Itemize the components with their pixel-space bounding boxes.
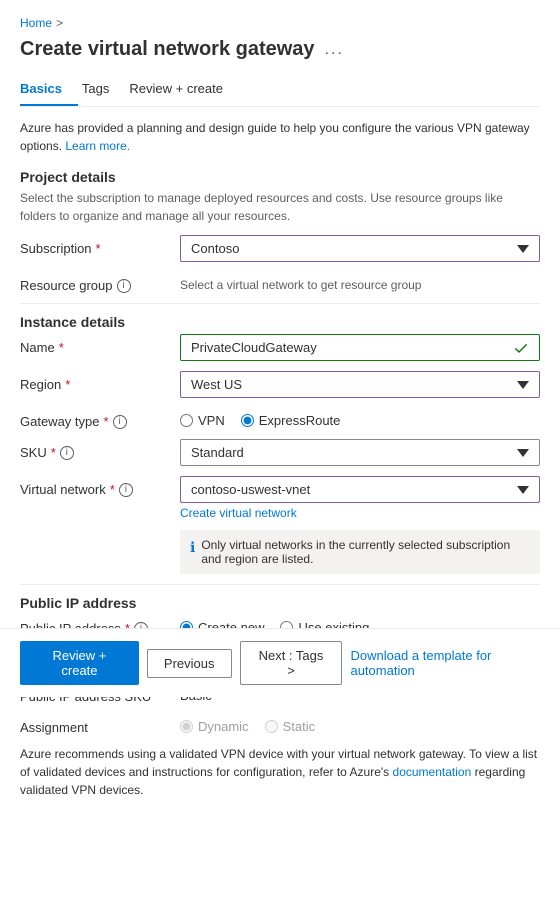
name-row: Name * xyxy=(20,334,540,361)
resource-group-helper: Select a virtual network to get resource… xyxy=(180,272,540,292)
section-project-desc: Select the subscription to manage deploy… xyxy=(20,189,540,225)
subscription-required: * xyxy=(96,241,101,256)
sku-control: Standard xyxy=(180,439,540,466)
virtual-network-row: Virtual network * i contoso-uswest-vnet … xyxy=(20,476,540,520)
region-row: Region * West US xyxy=(20,371,540,398)
footer-note: Azure recommends using a validated VPN d… xyxy=(20,745,540,799)
tab-basics[interactable]: Basics xyxy=(20,73,78,106)
assignment-static-radio xyxy=(265,720,278,733)
documentation-link[interactable]: documentation xyxy=(393,765,472,779)
region-label: Region * xyxy=(20,371,180,392)
gateway-type-row: Gateway type * i VPN ExpressRoute xyxy=(20,408,540,429)
section-project-title: Project details xyxy=(20,169,540,185)
name-input[interactable] xyxy=(180,334,540,361)
resource-group-label: Resource group i xyxy=(20,272,180,293)
divider-1 xyxy=(20,303,540,304)
gateway-type-vpn-radio[interactable] xyxy=(180,414,193,427)
assignment-dynamic-radio xyxy=(180,720,193,733)
region-select[interactable]: West US xyxy=(180,371,540,398)
sku-row: SKU * i Standard xyxy=(20,439,540,466)
section-instance-title: Instance details xyxy=(20,314,540,330)
section-public-ip-title: Public IP address xyxy=(20,595,540,611)
tabs: Basics Tags Review + create xyxy=(20,73,540,107)
virtual-network-info-icon[interactable]: i xyxy=(119,483,133,497)
sku-required: * xyxy=(51,445,56,460)
resource-group-info-icon[interactable]: i xyxy=(117,279,131,293)
virtual-network-info-note: ℹ Only virtual networks in the currently… xyxy=(180,530,540,574)
subscription-control: Contoso xyxy=(180,235,540,262)
resource-group-row: Resource group i Select a virtual networ… xyxy=(20,272,540,293)
next-button[interactable]: Next : Tags > xyxy=(240,641,343,685)
review-create-button[interactable]: Review + create xyxy=(20,641,139,685)
subscription-label: Subscription * xyxy=(20,235,180,256)
gateway-type-label: Gateway type * i xyxy=(20,408,180,429)
subscription-select[interactable]: Contoso xyxy=(180,235,540,262)
name-required: * xyxy=(59,340,64,355)
virtual-network-control: contoso-uswest-vnet Create virtual netwo… xyxy=(180,476,540,520)
bottom-bar: Review + create Previous Next : Tags > D… xyxy=(0,628,560,697)
resource-group-control: Select a virtual network to get resource… xyxy=(180,272,540,292)
divider-2 xyxy=(20,584,540,585)
tab-tags[interactable]: Tags xyxy=(82,73,125,106)
subscription-row: Subscription * Contoso xyxy=(20,235,540,262)
assignment-static-option: Static xyxy=(265,719,316,734)
assignment-dynamic-option: Dynamic xyxy=(180,719,249,734)
gateway-type-expressroute-radio[interactable] xyxy=(241,414,254,427)
assignment-row: Assignment Dynamic Static xyxy=(20,714,540,735)
page-title-row: Create virtual network gateway ... xyxy=(20,38,540,61)
assignment-control: Dynamic Static xyxy=(180,714,540,734)
sku-info-icon[interactable]: i xyxy=(60,446,74,460)
create-virtual-network-link[interactable]: Create virtual network xyxy=(180,506,540,520)
virtual-network-select[interactable]: contoso-uswest-vnet xyxy=(180,476,540,503)
name-control xyxy=(180,334,540,361)
page-title: Create virtual network gateway xyxy=(20,38,315,61)
name-label: Name * xyxy=(20,334,180,355)
region-required: * xyxy=(65,377,70,392)
info-note-text: Only virtual networks in the currently s… xyxy=(201,538,530,566)
info-banner: Azure has provided a planning and design… xyxy=(20,119,540,155)
breadcrumb-home[interactable]: Home xyxy=(20,16,52,30)
info-note-icon: ℹ xyxy=(190,539,195,556)
previous-button[interactable]: Previous xyxy=(147,649,232,678)
breadcrumb-separator: > xyxy=(56,16,63,30)
gateway-type-radio-group: VPN ExpressRoute xyxy=(180,408,540,428)
sku-select[interactable]: Standard xyxy=(180,439,540,466)
region-control: West US xyxy=(180,371,540,398)
gateway-type-info-icon[interactable]: i xyxy=(113,415,127,429)
ellipsis-button[interactable]: ... xyxy=(325,41,344,59)
assignment-label: Assignment xyxy=(20,714,180,735)
gateway-type-expressroute-option[interactable]: ExpressRoute xyxy=(241,413,341,428)
breadcrumb: Home > xyxy=(20,16,540,30)
virtual-network-required: * xyxy=(110,482,115,497)
sku-label: SKU * i xyxy=(20,439,180,460)
assignment-radio-group: Dynamic Static xyxy=(180,714,540,734)
gateway-type-control: VPN ExpressRoute xyxy=(180,408,540,428)
tab-review-create[interactable]: Review + create xyxy=(129,73,239,106)
download-template-link[interactable]: Download a template for automation xyxy=(350,642,540,684)
gateway-type-vpn-option[interactable]: VPN xyxy=(180,413,225,428)
gateway-type-required: * xyxy=(104,414,109,429)
virtual-network-label: Virtual network * i xyxy=(20,476,180,497)
learn-more-link[interactable]: Learn more. xyxy=(65,139,130,153)
